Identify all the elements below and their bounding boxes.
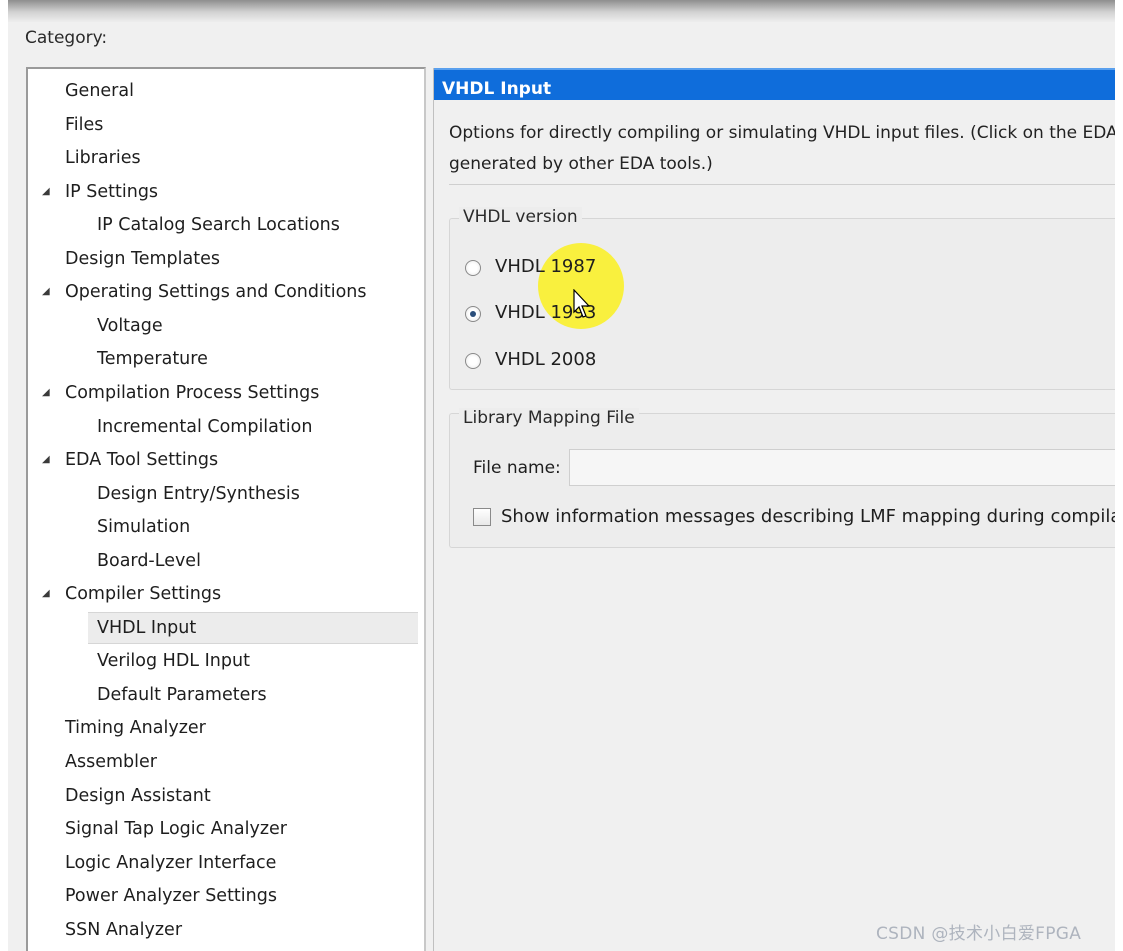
tree-item-label: Design Templates — [65, 248, 220, 269]
tree-item-label: IP Settings — [65, 181, 159, 202]
tree-item-label: Libraries — [65, 148, 141, 169]
tree-item-label: Temperature — [97, 349, 208, 370]
vhdl-version-group-title: VHDL version — [459, 207, 582, 227]
tree-item-label: Design Assistant — [65, 785, 211, 806]
tree-item-label: Default Parameters — [97, 684, 267, 705]
show-lmf-messages-checkbox[interactable] — [473, 508, 491, 526]
tree-item-label: SSN Analyzer — [65, 919, 183, 940]
panel-description-line2: generated by other EDA tools.) — [449, 154, 713, 174]
mouse-pointer-icon — [573, 289, 591, 318]
tree-item-label: VHDL Input — [97, 617, 197, 638]
expand-triangle-icon[interactable]: ◢ — [42, 276, 50, 308]
panel-description: Options for directly compiling or simula… — [449, 118, 1115, 180]
expand-triangle-icon[interactable]: ◢ — [42, 578, 50, 610]
tree-item[interactable]: VHDL Input — [88, 611, 418, 644]
radio-label: VHDL 1987 — [495, 256, 597, 277]
tree-item-label: Board-Level — [97, 550, 201, 571]
tree-item-label: Design Entry/Synthesis — [97, 483, 300, 504]
tree-item-label: Assembler — [65, 752, 157, 772]
radio-label: VHDL 2008 — [495, 349, 597, 370]
radio-button[interactable] — [465, 306, 481, 322]
radio-button[interactable] — [465, 260, 481, 276]
description-separator — [449, 184, 1115, 185]
tree-item-label: Compiler Settings — [65, 584, 222, 605]
settings-dialog: Category: General Files Libraries ◢ IP Setti… — [8, 0, 1115, 951]
tree-item-label: Compilation Process Settings — [65, 382, 320, 403]
tree-item-label: Incremental Compilation — [97, 416, 313, 437]
expand-triangle-icon[interactable]: ◢ — [42, 176, 50, 208]
tree-item-label: Verilog HDL Input — [97, 651, 250, 672]
show-lmf-messages-label: Show information messages describing LMF… — [501, 506, 1115, 527]
category-tree[interactable]: General Files Libraries ◢ IP Settings IP Cata… — [26, 67, 426, 951]
panel-title: VHDL Input — [434, 68, 1115, 100]
tree-item-label: Power Analyzer Settings — [65, 886, 277, 907]
expand-triangle-icon[interactable]: ◢ — [42, 377, 50, 409]
tree-item-label: Simulation — [97, 517, 191, 538]
tree-item-label: Voltage — [97, 315, 163, 336]
radio-button[interactable] — [465, 353, 481, 369]
tree-item-label: General — [65, 81, 134, 101]
tree-item-label: Files — [65, 114, 104, 135]
panel-description-line1: Options for directly compiling or simula… — [449, 123, 1115, 143]
tree-item-label: EDA Tool Settings — [65, 450, 219, 471]
tree-item-label: Operating Settings and Conditions — [65, 282, 367, 303]
tree-item-label: Timing Analyzer — [65, 718, 206, 739]
category-label: Category: — [25, 28, 108, 48]
tree-item-label: Logic Analyzer Interface — [65, 852, 277, 873]
watermark: CSDN @技术小白爱FPGA — [876, 924, 1082, 944]
tree-item-label: IP Catalog Search Locations — [97, 215, 340, 236]
window-top-bar — [8, 0, 1115, 22]
library-mapping-group-title: Library Mapping File — [459, 408, 639, 428]
file-name-label: File name: — [473, 458, 561, 478]
file-name-input[interactable] — [569, 449, 1115, 486]
expand-triangle-icon[interactable]: ◢ — [42, 444, 50, 476]
tree-item-label: Signal Tap Logic Analyzer — [65, 819, 287, 840]
